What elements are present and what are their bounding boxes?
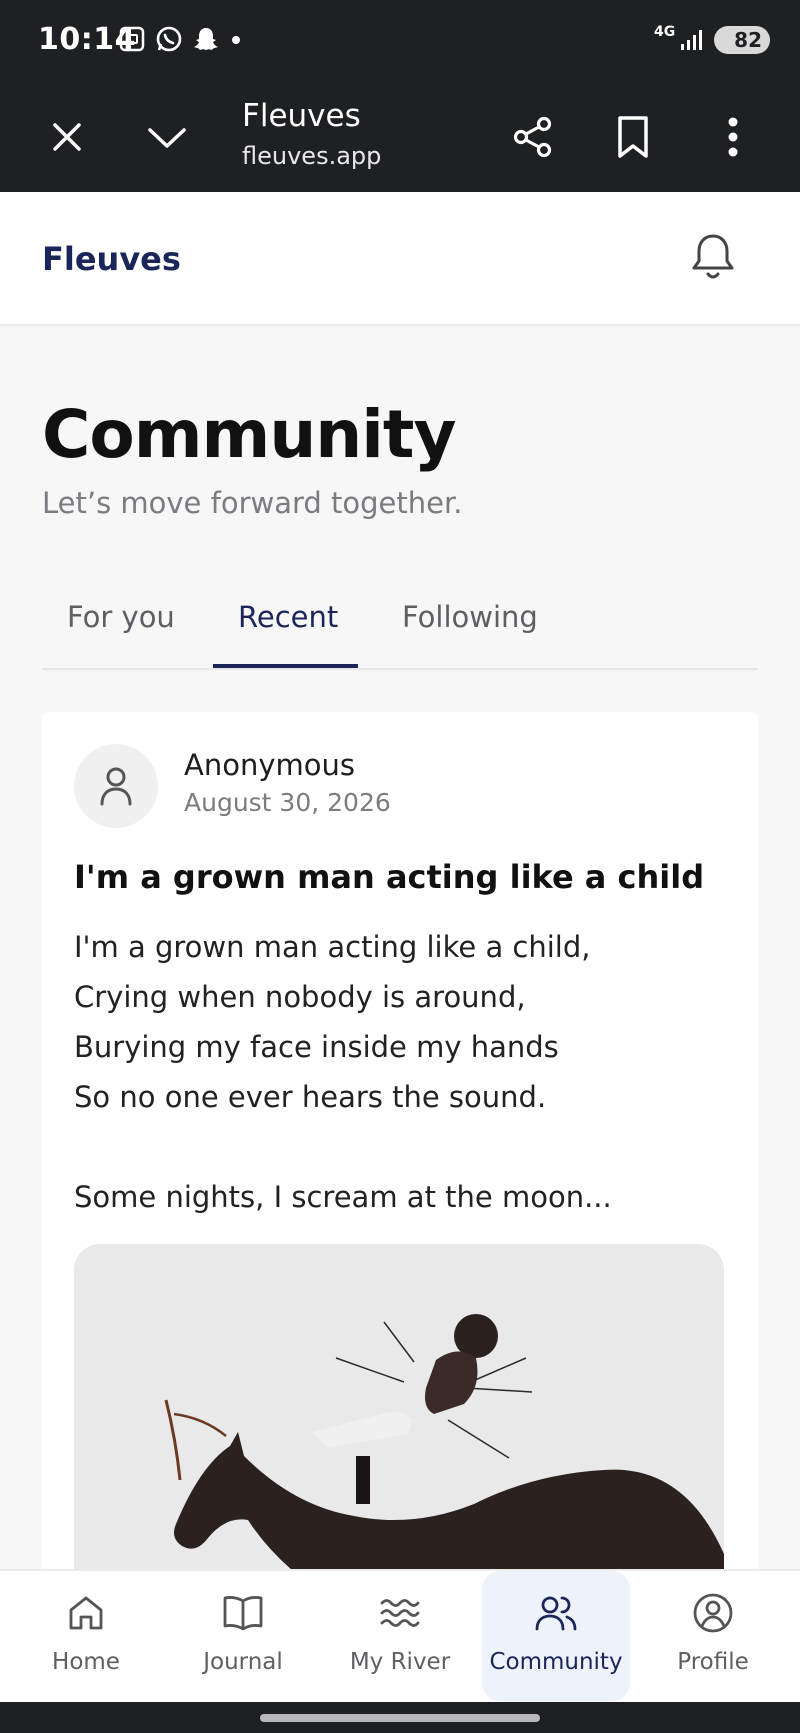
close-icon[interactable]: [40, 110, 94, 164]
status-icons: [118, 24, 244, 58]
battery-level: 82: [734, 28, 762, 52]
more-vertical-icon[interactable]: [706, 110, 760, 164]
bookmark-icon[interactable]: [606, 110, 660, 164]
post-line: Burying my face inside my hands: [74, 1030, 559, 1064]
nav-profile-label: Profile: [677, 1649, 749, 1675]
avatar: [74, 744, 158, 828]
home-indicator[interactable]: [260, 1714, 540, 1722]
post-line: So no one ever hears the sound.: [74, 1080, 547, 1114]
users-icon: [532, 1589, 580, 1637]
whatsapp-icon: [154, 24, 184, 58]
bottom-nav: Home Journal My River Community Profile: [0, 1569, 800, 1704]
post-title: I'm a grown man acting like a child: [74, 858, 705, 896]
nav-profile[interactable]: Profile: [638, 1571, 788, 1701]
nav-home[interactable]: Home: [11, 1571, 161, 1701]
tab-bar: For you Recent Following: [42, 566, 758, 670]
tab-recent[interactable]: Recent: [238, 600, 338, 634]
post-card[interactable]: Anonymous August 30, 2026 I'm a grown ma…: [42, 712, 758, 1569]
nav-journal[interactable]: Journal: [168, 1571, 318, 1701]
post-line: [74, 1122, 734, 1172]
share-icon[interactable]: [506, 110, 560, 164]
nav-my-river-label: My River: [349, 1649, 451, 1675]
custom-tab-toolbar: Fleuves fleuves.app: [0, 82, 800, 192]
tab-for-you[interactable]: For you: [67, 600, 175, 634]
nav-journal-label: Journal: [203, 1649, 283, 1675]
post-author: Anonymous: [184, 748, 355, 782]
app-header: Fleuves: [0, 192, 800, 326]
post-line: Some nights, I scream at the moon...: [74, 1180, 612, 1214]
post-line: Crying when nobody is around,: [74, 980, 526, 1014]
post-line: I'm a grown man acting like a child,: [74, 930, 591, 964]
signal-icon: [680, 28, 706, 56]
page-subtitle: Let’s move forward together.: [42, 486, 463, 520]
page-url-text: fleuves.app: [242, 142, 382, 170]
book-icon: [219, 1589, 267, 1637]
screenshot-icon: [118, 25, 146, 57]
battery-icon: 82: [714, 26, 770, 54]
home-icon: [62, 1589, 110, 1637]
page-title-text: Fleuves: [242, 98, 361, 134]
network-type: 4G: [654, 24, 676, 40]
post-image[interactable]: [74, 1244, 724, 1569]
main-content: Community Let’s move forward together. F…: [0, 326, 800, 1569]
chevron-down-icon[interactable]: [140, 110, 194, 164]
page-title: Community: [42, 396, 456, 473]
profile-icon: [689, 1589, 737, 1637]
dot-icon: [228, 25, 244, 57]
post-date: August 30, 2026: [184, 788, 391, 817]
nav-community-label: Community: [489, 1649, 623, 1675]
nav-my-river[interactable]: My River: [325, 1571, 475, 1701]
nav-community[interactable]: Community: [482, 1571, 630, 1701]
status-bar: 10:14 4G 82: [0, 0, 800, 82]
tab-following[interactable]: Following: [402, 600, 538, 634]
snapchat-icon: [192, 25, 220, 57]
waves-icon: [376, 1589, 424, 1637]
user-icon: [100, 767, 132, 806]
post-body: I'm a grown man acting like a child, Cry…: [74, 922, 734, 1222]
bell-icon[interactable]: [688, 230, 738, 284]
gesture-bar: [0, 1702, 800, 1733]
brand-logo[interactable]: Fleuves: [42, 240, 181, 278]
active-tab-indicator: [213, 664, 358, 668]
nav-home-label: Home: [52, 1649, 120, 1675]
horse-rider-silhouette-image: [164, 1314, 724, 1569]
